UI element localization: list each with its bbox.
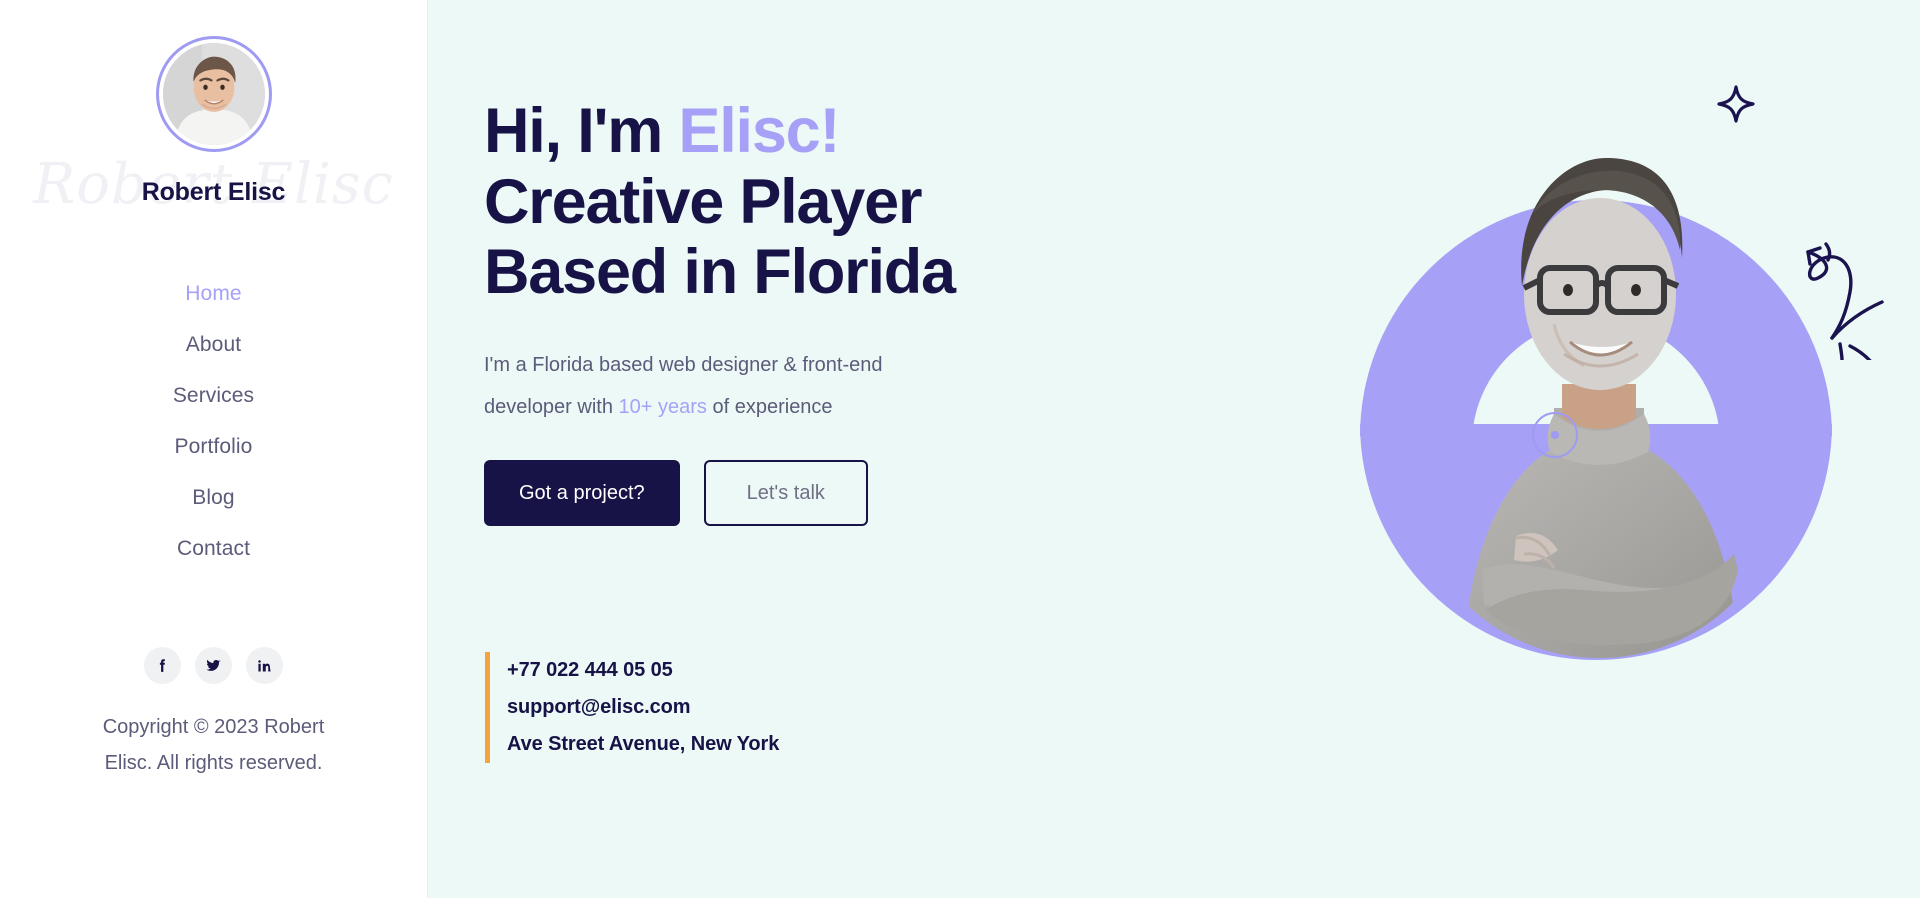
contact-address: Ave Street Avenue, New York <box>507 733 780 755</box>
twitter-icon[interactable] <box>195 647 232 684</box>
sidebar-item-blog[interactable]: Blog <box>192 472 234 523</box>
sidebar-item-portfolio[interactable]: Portfolio <box>175 421 253 472</box>
sidebar-item-home[interactable]: Home <box>185 268 241 319</box>
lets-talk-button[interactable]: Let's talk <box>703 459 868 526</box>
contact-phone[interactable]: +77 022 444 05 05 <box>507 652 779 689</box>
headline-line-2: Creative Player <box>484 166 923 237</box>
copyright-text: Copyright © 2023 Robert Elisc. All right… <box>102 716 325 774</box>
headline-greeting: Hi, I'm <box>484 96 679 166</box>
curved-arrow-doodle <box>1788 230 1920 370</box>
facebook-icon[interactable] <box>144 647 181 684</box>
main-navigation: Home About Services Portfolio Blog Conta… <box>0 268 427 574</box>
contact-email[interactable]: support@elisc.com <box>507 689 779 726</box>
hero-subtitle: I'm a Florida based web designer & front… <box>484 344 964 428</box>
headline-line-3: Based in Florida <box>484 237 956 308</box>
subtitle-part-2: of experience <box>706 395 833 418</box>
portfolio-landing-page: Robert Elisc Robert Elisc Home About Ser… <box>0 0 1920 898</box>
brand-name: Robert Elisc <box>141 178 286 206</box>
avatar <box>155 36 272 152</box>
cta-row: Got a project? Let's talk <box>484 459 1104 526</box>
headline-line-1: Hi, I'm Elisc! <box>484 96 841 166</box>
hero-portrait-image <box>1404 118 1794 658</box>
sidebar-item-contact[interactable]: Contact <box>177 523 250 574</box>
sparkle-icon <box>1716 84 1756 124</box>
page-title: Hi, I'm Elisc! Creative Player Based in … <box>484 96 1104 308</box>
hero-artwork <box>1276 0 1896 898</box>
ring-dot-marker <box>1532 412 1578 458</box>
hero-section: Hi, I'm Elisc! Creative Player Based in … <box>428 0 1920 898</box>
social-links <box>144 647 283 684</box>
linkedin-icon[interactable] <box>246 647 283 684</box>
headline-name-accent: Elisc! <box>678 96 840 166</box>
sidebar: Robert Elisc Robert Elisc Home About Ser… <box>0 0 428 898</box>
subtitle-years-accent: 10+ years <box>618 395 707 418</box>
hero-text-block: Hi, I'm Elisc! Creative Player Based in … <box>484 96 1104 526</box>
avatar-image <box>162 43 265 145</box>
contact-info-block: +77 022 444 05 05 support@elisc.com Ave … <box>485 652 779 763</box>
sidebar-item-services[interactable]: Services <box>173 370 254 421</box>
brand-block: Robert Elisc Robert Elisc <box>0 0 427 236</box>
sidebar-item-about[interactable]: About <box>186 319 241 370</box>
got-a-project-button[interactable]: Got a project? <box>484 459 680 526</box>
